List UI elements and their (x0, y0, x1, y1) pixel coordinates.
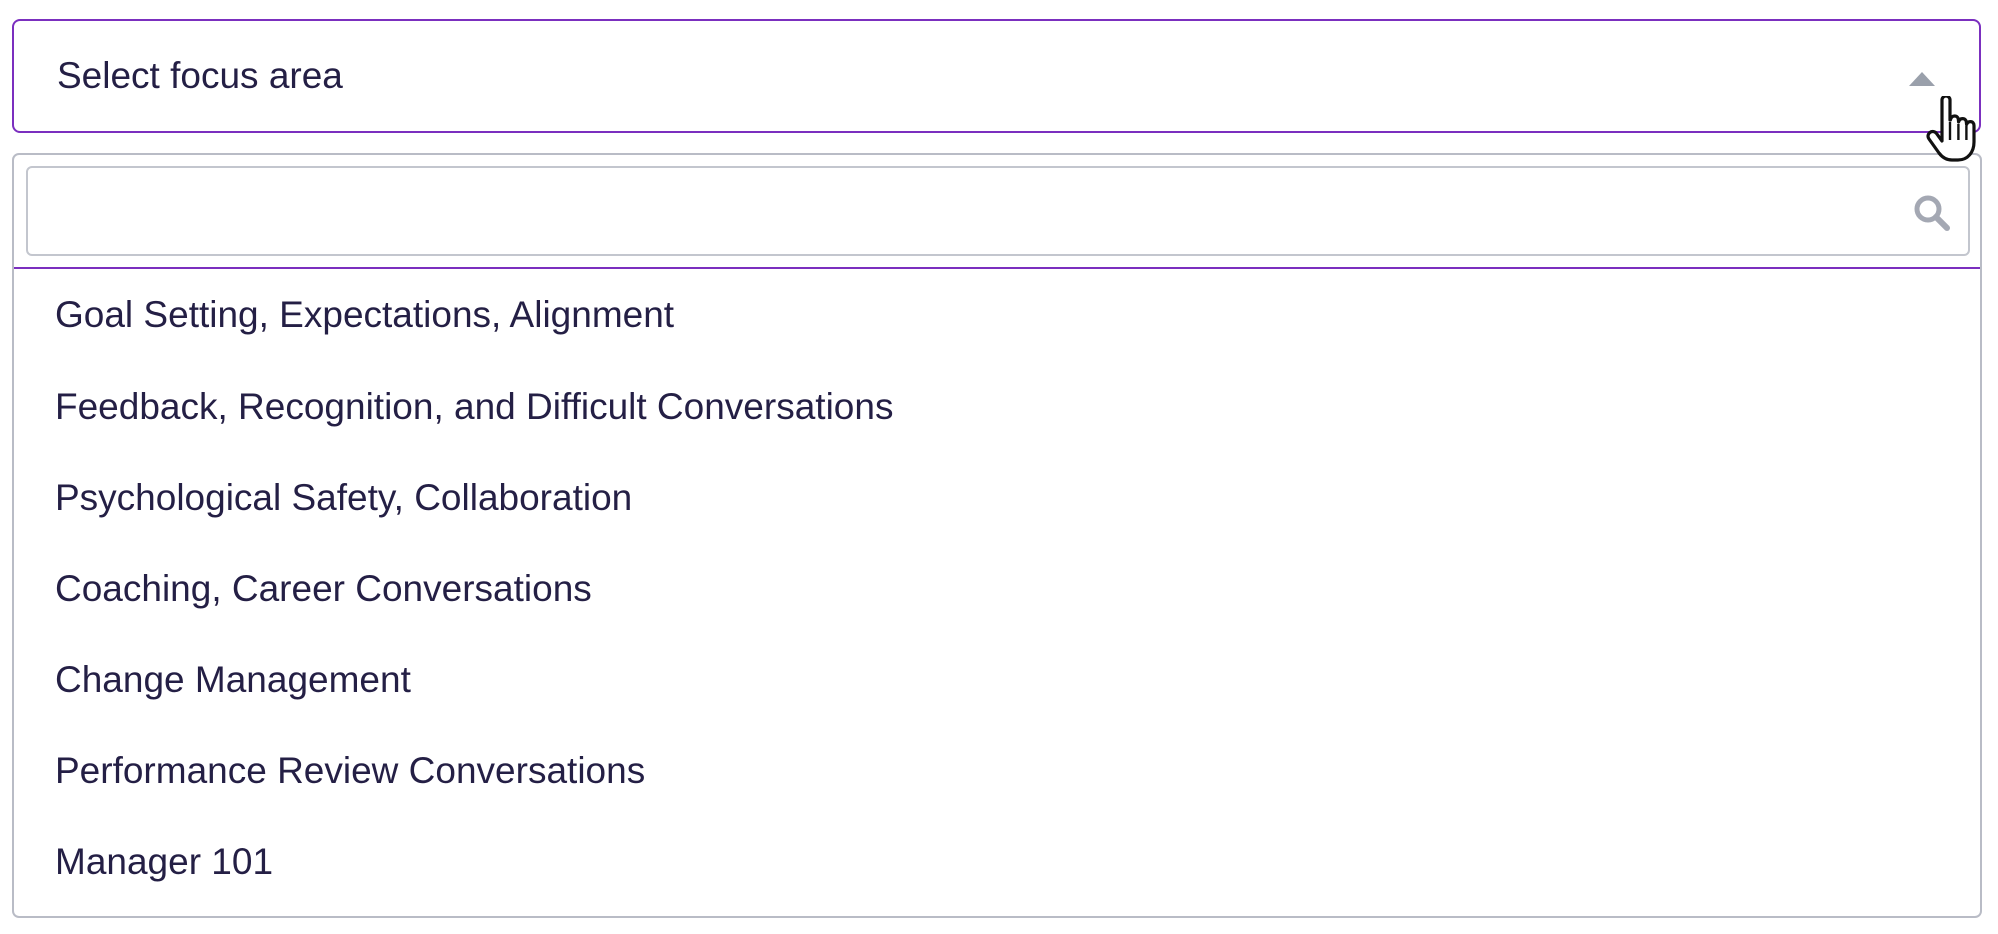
search-area (14, 155, 1980, 269)
search-icon (1914, 195, 1950, 231)
option-psychological-safety[interactable]: Psychological Safety, Collaboration (14, 452, 1980, 543)
option-goal-setting[interactable]: Goal Setting, Expectations, Alignment (14, 269, 1980, 361)
option-manager-101[interactable]: Manager 101 (14, 816, 1980, 907)
dropdown-menu: Goal Setting, Expectations, Alignment Fe… (12, 153, 1982, 918)
focus-area-select-widget: Select focus area Goal Setting, Expectat… (0, 0, 1998, 934)
caret-up-icon[interactable] (1909, 72, 1935, 86)
option-change-management[interactable]: Change Management (14, 634, 1980, 725)
search-input[interactable] (26, 166, 1970, 256)
options-list: Goal Setting, Expectations, Alignment Fe… (14, 269, 1980, 907)
hand-pointer-icon (1926, 96, 1976, 162)
option-performance-review[interactable]: Performance Review Conversations (14, 725, 1980, 816)
select-value: Select focus area (57, 55, 343, 96)
option-coaching[interactable]: Coaching, Career Conversations (14, 543, 1980, 634)
option-feedback[interactable]: Feedback, Recognition, and Difficult Con… (14, 361, 1980, 452)
focus-area-select[interactable]: Select focus area (12, 19, 1981, 133)
